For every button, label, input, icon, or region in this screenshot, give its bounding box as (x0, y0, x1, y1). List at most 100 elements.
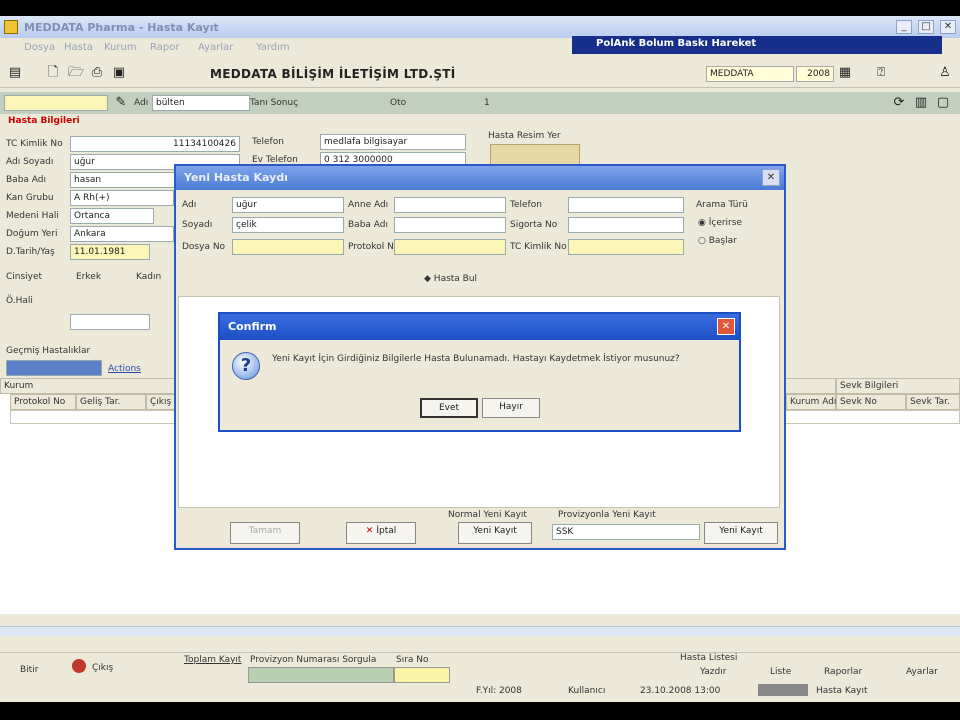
menu-item-kurum[interactable]: Kurum (104, 42, 137, 53)
grid-col-gelis[interactable]: Geliş Tar. (76, 394, 146, 410)
confirm-dialog: Confirm ✕ ? Yeni Kayıt İçin Girdiğiniz B… (218, 312, 741, 432)
phone-input[interactable]: medlafa bilgisayar (320, 134, 466, 150)
status-left1[interactable]: Bitir (20, 665, 38, 675)
marital-select[interactable]: Ortanca (70, 208, 154, 224)
dlg-iptal-label: İptal (376, 526, 397, 536)
dialog-close-icon[interactable]: ✕ (762, 169, 780, 186)
footer-user: Kullanıcı (568, 686, 606, 696)
menu-item-dosya[interactable]: Dosya (24, 42, 55, 53)
pc-icon[interactable]: ▤ (8, 66, 22, 80)
refresh-icon[interactable]: ⟳ (892, 96, 906, 110)
dlg-sigorta-select[interactable]: SSK (552, 524, 700, 540)
dlg-sigorta-input[interactable] (568, 217, 684, 233)
open-folder-icon[interactable]: 🗁 (68, 66, 84, 80)
report-raporlar[interactable]: Raporlar (824, 667, 862, 677)
help-icon[interactable]: ⍰ (874, 66, 888, 80)
dialog-title: Yeni Hasta Kaydı (176, 166, 784, 190)
birthplace-input[interactable]: Ankara (70, 226, 174, 242)
menu-item-yardim[interactable]: Yardım (256, 42, 290, 53)
dlg-babaadi-input[interactable] (394, 217, 506, 233)
field-label-name: Adı Soyadı (6, 157, 54, 167)
confirm-close-icon[interactable]: ✕ (717, 318, 735, 335)
sira-input[interactable] (394, 667, 450, 683)
user-icon[interactable]: ♙ (938, 66, 952, 80)
save-icon[interactable]: ▣ (112, 66, 126, 80)
grid-col-sevktar[interactable]: Sevk Tar. (906, 394, 960, 410)
radio-male[interactable]: Erkek (76, 272, 101, 282)
actions-link[interactable]: Actions (108, 364, 141, 374)
report-ayarlar[interactable]: Ayarlar (906, 667, 938, 677)
dlg-yeni-kayit2-button[interactable]: Yeni Kayıt (704, 522, 778, 544)
photo-label: Hasta Resim Yer (488, 131, 561, 141)
report-yazdir[interactable]: Yazdır (700, 667, 726, 677)
radio-female[interactable]: Kadın (136, 272, 161, 282)
menu-item-rapor[interactable]: Rapor (150, 42, 179, 53)
dlg-protokol-input[interactable] (394, 239, 506, 255)
dlg-adi-input[interactable]: uğur (232, 197, 344, 213)
filter-bar: ✎ Adı bülten Tanı Sonuç Oto 1 ⟳ ▥ ▢ (0, 92, 960, 114)
pin-icon[interactable]: ✎ (114, 96, 128, 110)
reports-title: Hasta Listesi (680, 653, 738, 663)
dlg-adi-label: Adı (182, 200, 197, 210)
name-filter-input[interactable]: bülten (152, 95, 250, 111)
dlg-radio-baslar-label: Başlar (708, 236, 737, 246)
birthdate-input[interactable]: 11.01.1981 (70, 244, 150, 260)
minimize-button[interactable]: _ (896, 20, 912, 34)
calendar-icon[interactable]: ▦ (838, 66, 852, 80)
confirm-yes-button[interactable]: Evet (420, 398, 478, 418)
phone-label: Telefon (252, 137, 284, 147)
grid-col-kurum[interactable]: Kurum Adı (786, 394, 836, 410)
dlg-yeni-kayit-button[interactable]: Yeni Kayıt (458, 522, 532, 544)
field-label-tc: TC Kimlik No (6, 139, 63, 149)
status-left2[interactable]: Çıkış (92, 663, 113, 673)
dlg-anneadi-input[interactable] (394, 197, 506, 213)
print-icon[interactable]: ⎙ (90, 66, 104, 80)
sira-label: Sıra No (396, 655, 429, 665)
history-select[interactable] (6, 360, 102, 376)
window-icon[interactable]: ▢ (936, 96, 950, 110)
dlg-search-button[interactable]: ◆ Hasta Bul (424, 274, 477, 284)
dlg-soyadi-input[interactable]: çelik (232, 217, 344, 233)
company-name: MEDDATA BİLİŞİM İLETİŞİM LTD.ŞTİ (210, 67, 456, 81)
dlg-babaadi-label: Baba Adı (348, 220, 388, 230)
filter-label: Adı (134, 98, 149, 108)
menu-item-hasta[interactable]: Hasta (64, 42, 93, 53)
blood-input[interactable]: A Rh(+) (70, 190, 174, 206)
tc-filter-input[interactable] (4, 95, 108, 111)
dlg-dosya-label: Dosya No (182, 242, 226, 252)
filter-label-4: 1 (484, 98, 490, 108)
field-label-birthdate: D.Tarih/Yaş (6, 247, 55, 257)
grid-group-header-2: Sevk Bilgileri (836, 378, 960, 394)
dlg-tc-input[interactable] (568, 239, 684, 255)
extra-input[interactable] (70, 314, 150, 330)
filter-label-2: Tanı Sonuç (250, 98, 299, 108)
close-button[interactable]: ✕ (940, 20, 956, 34)
grid-col-protokol[interactable]: Protokol No (10, 394, 76, 410)
dlg-radio-icerirse[interactable]: ◉ İçerirse (698, 218, 742, 228)
menu-item-ayarlar[interactable]: Ayarlar (198, 42, 233, 53)
question-icon: ? (232, 352, 260, 380)
title-bar: MEDDATA Pharma - Hasta Kayıt _ □ ✕ (0, 16, 960, 38)
grid-icon[interactable]: ▥ (914, 96, 928, 110)
stop-icon[interactable] (72, 659, 86, 673)
year-field[interactable]: 2008 (796, 66, 834, 82)
grid-col-sevkno[interactable]: Sevk No (836, 394, 906, 410)
dlg-tamam-button[interactable]: Tamam (230, 522, 300, 544)
app-icon (4, 20, 18, 34)
new-document-icon[interactable]: 🗋 (46, 66, 60, 80)
dlg-telefon-input[interactable] (568, 197, 684, 213)
dlg-iptal-button[interactable]: ✕ İptal (346, 522, 416, 544)
confirm-no-button[interactable]: Hayır (482, 398, 540, 418)
report-liste[interactable]: Liste (770, 667, 791, 677)
dlg-radio-baslar[interactable]: ○ Başlar (698, 236, 737, 246)
horizontal-scrollbar[interactable] (0, 626, 960, 636)
field-label-father: Baba Adı (6, 175, 46, 185)
dlg-dosya-input[interactable] (232, 239, 344, 255)
toolbar: ▤ 🗋 🗁 ⎙ ▣ MEDDATA BİLİŞİM İLETİŞİM LTD.Ş… (0, 58, 960, 88)
company-field[interactable]: MEDDATA (706, 66, 794, 82)
prov-input[interactable] (248, 667, 394, 683)
footer-progress (758, 684, 808, 696)
dlg-prov-label: Provizyonla Yeni Kayıt (558, 510, 656, 520)
maximize-button[interactable]: □ (918, 20, 934, 34)
tc-input[interactable]: 11134100426 (70, 136, 240, 152)
